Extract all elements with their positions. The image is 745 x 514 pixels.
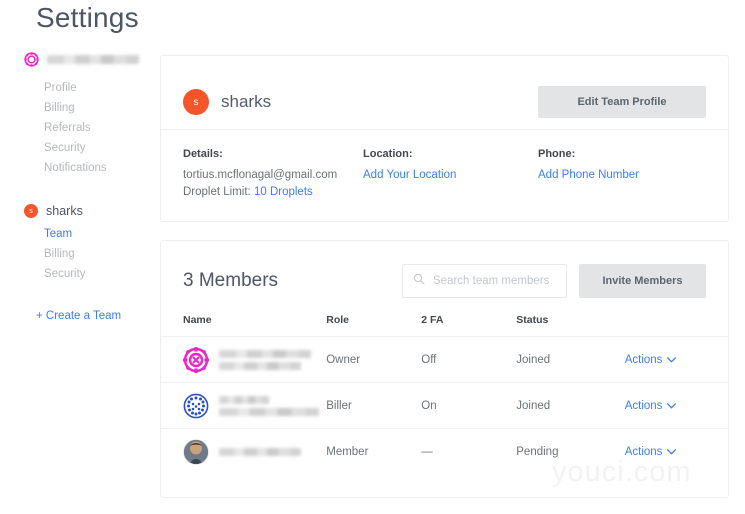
droplet-limit-label: Droplet Limit:	[183, 186, 251, 198]
details-email: tortius.mcflonagal@gmail.com	[183, 169, 338, 181]
actions-label: Actions	[624, 445, 663, 458]
edit-team-profile-button[interactable]: Edit Team Profile	[538, 86, 706, 118]
table-header-row: Name Role 2 FA Status	[161, 314, 728, 337]
member-2fa: —	[421, 428, 517, 475]
sidebar-team-nav: Team Billing Security	[24, 224, 154, 284]
member-status: Joined	[516, 382, 625, 429]
team-name: sharks	[221, 92, 272, 111]
team-avatar: s	[183, 89, 209, 115]
sidebar-item-team-billing[interactable]: Billing	[44, 244, 154, 264]
sidebar-team-header[interactable]: s sharks	[24, 204, 154, 218]
photo-avatar-icon	[183, 438, 209, 465]
member-status: Pending	[516, 428, 625, 475]
sidebar-item-profile[interactable]: Profile	[44, 78, 154, 98]
add-location-link[interactable]: Add Your Location	[363, 167, 538, 184]
column-header-status: Status	[516, 314, 549, 326]
chevron-down-icon	[667, 400, 677, 412]
sidebar-item-team-security[interactable]: Security	[44, 264, 154, 284]
members-card: 3 Members Invite Members Name	[160, 240, 729, 498]
team-profile-card: s sharks Edit Team Profile Details: tort…	[160, 55, 729, 222]
table-row: Biller On Joined Actions	[161, 382, 728, 429]
details-column: Details: tortius.mcflonagal@gmail.com Dr…	[183, 148, 363, 201]
droplet-limit-row: Droplet Limit: 10 Droplets	[183, 184, 363, 201]
sidebar-item-team[interactable]: Team	[44, 224, 154, 244]
location-label: Location:	[363, 148, 413, 160]
table-row: Member — Pending Actions	[161, 428, 728, 475]
actions-dropdown[interactable]: Actions	[625, 400, 677, 412]
member-role: Member	[326, 428, 422, 475]
chevron-down-icon	[667, 446, 677, 458]
phone-label: Phone:	[538, 148, 576, 160]
search-icon	[413, 272, 425, 290]
sidebar: Profile Billing Referrals Security Notif…	[24, 50, 154, 322]
sidebar-item-security[interactable]: Security	[44, 138, 154, 158]
actions-label: Actions	[624, 399, 663, 412]
member-actions-cell: Actions	[624, 382, 728, 429]
create-team-link[interactable]: + Create a Team	[24, 310, 154, 322]
sidebar-item-referrals[interactable]: Referrals	[44, 118, 154, 138]
invite-members-button[interactable]: Invite Members	[579, 264, 706, 298]
account-name-redacted	[47, 54, 139, 64]
member-name-redacted	[219, 395, 319, 416]
column-header-name: Name	[183, 314, 212, 326]
search-input[interactable]	[433, 275, 556, 287]
member-name-redacted	[219, 349, 311, 370]
phone-column: Phone: Add Phone Number	[538, 148, 639, 201]
identicon-magenta-icon	[183, 346, 209, 373]
member-status: Joined	[516, 336, 625, 383]
member-role: Owner	[326, 336, 422, 383]
column-header-role: Role	[326, 314, 349, 326]
member-name-cell	[161, 382, 327, 429]
location-column: Location: Add Your Location	[363, 148, 538, 201]
sidebar-team-name: sharks	[46, 204, 83, 218]
sidebar-item-notifications[interactable]: Notifications	[44, 158, 154, 178]
sidebar-item-billing[interactable]: Billing	[44, 98, 154, 118]
member-name-cell	[161, 336, 327, 383]
members-count-title: 3 Members	[183, 270, 279, 291]
chevron-down-icon	[667, 354, 677, 366]
team-avatar-small: s	[24, 204, 38, 218]
droplet-limit-link[interactable]: 10 Droplets	[254, 186, 313, 198]
team-profile-header: s sharks Edit Team Profile	[161, 56, 728, 129]
sidebar-account[interactable]	[24, 50, 154, 68]
details-label: Details:	[183, 148, 223, 160]
member-2fa: On	[421, 382, 517, 429]
identicon-magenta-icon	[24, 51, 39, 67]
table-row: Owner Off Joined Actions	[161, 336, 728, 383]
member-name-redacted	[219, 447, 301, 456]
page-title: Settings	[36, 2, 139, 33]
identicon-blue-icon	[183, 393, 209, 419]
member-name-cell	[161, 428, 327, 475]
search-team-members-box[interactable]	[402, 264, 567, 298]
member-role: Biller	[326, 382, 422, 429]
member-actions-cell: Actions	[624, 336, 728, 383]
team-details-row: Details: tortius.mcflonagal@gmail.com Dr…	[161, 130, 728, 201]
team-identity: s sharks	[183, 89, 271, 115]
member-actions-cell: Actions	[624, 428, 728, 475]
actions-label: Actions	[624, 353, 663, 366]
members-toolbar: Invite Members	[402, 264, 706, 298]
member-2fa: Off	[421, 336, 517, 383]
sidebar-account-nav: Profile Billing Referrals Security Notif…	[24, 78, 154, 178]
column-header-2fa: 2 FA	[421, 314, 444, 326]
settings-page: Settings Profile Billing Referrals Secur…	[0, 0, 745, 514]
members-header: 3 Members Invite Members	[161, 241, 728, 298]
add-phone-link[interactable]: Add Phone Number	[538, 167, 639, 184]
members-table: Name Role 2 FA Status Owner Off Joined A…	[161, 314, 728, 475]
column-header-actions	[625, 314, 728, 337]
actions-dropdown[interactable]: Actions	[625, 354, 677, 366]
actions-dropdown[interactable]: Actions	[625, 446, 677, 458]
